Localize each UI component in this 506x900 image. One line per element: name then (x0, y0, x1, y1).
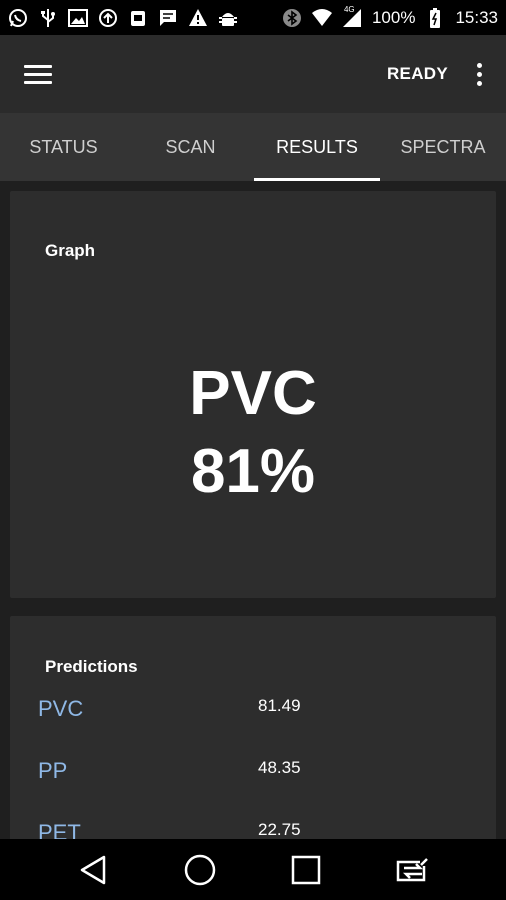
home-icon[interactable] (178, 848, 222, 892)
notification-icons (8, 8, 238, 28)
network-type: 4G (343, 4, 355, 14)
predictions-card: Predictions PVC 81.49 PP 48.35 PET 22.75 (10, 616, 496, 839)
prediction-value: 48.35 (258, 758, 301, 777)
graph-card: Graph PVC 81% (10, 191, 496, 598)
graph-title: Graph (45, 241, 96, 260)
signal-icon: 4G (342, 4, 362, 28)
navigation-bar (0, 839, 506, 900)
app-bar: READY (0, 35, 506, 113)
prediction-name[interactable]: PP (38, 758, 67, 784)
list-item[interactable]: PVC 81.49 (38, 696, 496, 736)
bluetooth-icon (282, 8, 302, 28)
android-debug-icon (218, 8, 238, 28)
tab-status[interactable]: STATUS (0, 113, 127, 181)
tab-bar: STATUS SCAN RESULTS SPECTRA (0, 113, 506, 181)
detected-percent: 81% (190, 437, 316, 506)
battery-percent: 100% (371, 7, 416, 27)
tab-spectra[interactable]: SPECTRA (380, 113, 506, 181)
results-content[interactable]: Graph PVC 81% Predictions PVC 81.49 PP 4… (0, 181, 506, 839)
prediction-value: 22.75 (258, 820, 301, 839)
tab-scan[interactable]: SCAN (127, 113, 254, 181)
clock: 15:33 (455, 7, 498, 27)
overflow-menu-icon[interactable] (474, 62, 484, 86)
tab-results[interactable]: RESULTS (254, 113, 380, 181)
predictions-title: Predictions (45, 657, 138, 676)
device-status: READY (386, 64, 448, 83)
image-icon (68, 8, 88, 28)
recents-icon[interactable] (284, 848, 328, 892)
list-item[interactable]: PP 48.35 (38, 758, 496, 798)
wifi-icon (311, 8, 332, 28)
prediction-name[interactable]: PVC (38, 696, 83, 722)
warning-icon (188, 8, 208, 28)
prediction-name[interactable]: PET (38, 820, 81, 839)
list-item[interactable]: PET 22.75 (38, 820, 496, 839)
detected-material: PVC (189, 359, 317, 428)
app-icon (128, 8, 148, 28)
system-icons: 4G 100% 15:33 (282, 4, 498, 28)
back-icon[interactable] (71, 848, 115, 892)
status-bar: 4G 100% 15:33 (0, 0, 506, 35)
switch-app-icon[interactable] (391, 848, 435, 892)
whatsapp-icon (8, 8, 28, 28)
hamburger-menu-icon[interactable] (24, 58, 56, 90)
sync-icon (98, 8, 118, 28)
prediction-value: 81.49 (258, 696, 301, 715)
battery-icon (425, 7, 445, 28)
usb-icon (38, 8, 58, 28)
app-bar-actions: READY (386, 62, 484, 86)
message-icon (158, 8, 178, 28)
